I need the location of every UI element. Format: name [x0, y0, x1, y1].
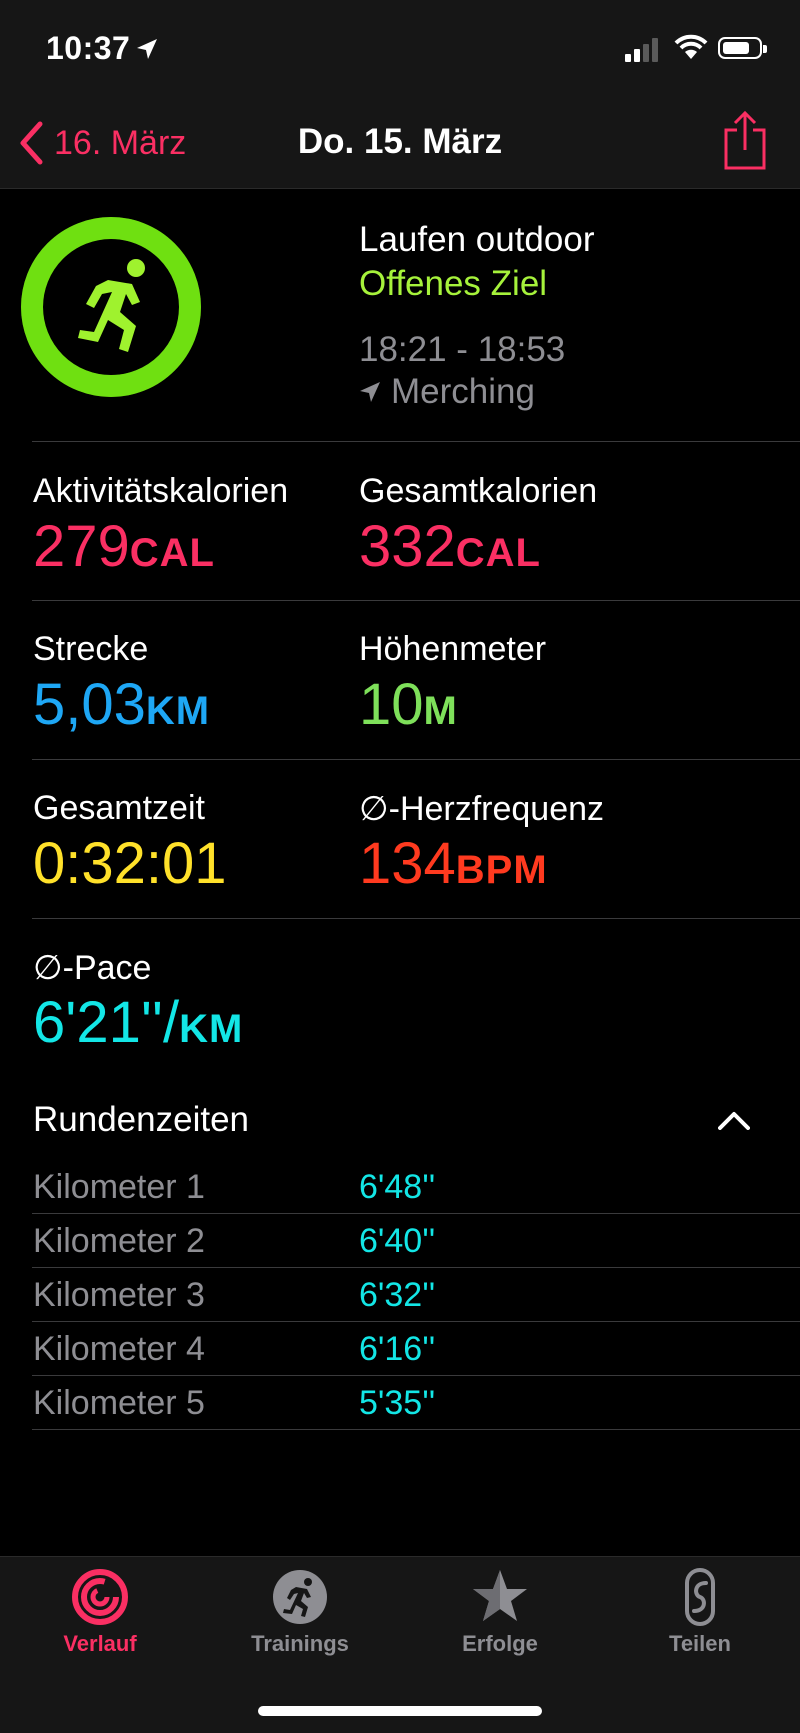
workout-goal: Offenes Ziel [359, 264, 548, 303]
lap-row: Kilometer 5 5'35'' [0, 1376, 800, 1430]
workout-ring-icon [21, 217, 201, 397]
lap-row: Kilometer 3 6'32'' [0, 1268, 800, 1322]
pace-unit: KM [179, 1007, 244, 1051]
total-time-label: Gesamtzeit [33, 789, 205, 827]
total-calories-unit: CAL [455, 531, 541, 575]
page-title: Do. 15. März [297, 122, 503, 161]
laps-title: Rundenzeiten [33, 1100, 249, 1139]
workout-location: Merching [359, 372, 535, 412]
chevron-up-icon[interactable] [718, 1110, 750, 1130]
cellular-signal-icon [625, 38, 658, 62]
elevation-number: 10 [359, 672, 424, 737]
tab-erfolge[interactable]: Erfolge [405, 1567, 595, 1657]
awards-star-icon [473, 1570, 527, 1621]
history-rings-icon [72, 1569, 128, 1625]
distance-label: Strecke [33, 630, 149, 668]
divider [32, 918, 800, 919]
active-calories-label: Aktivitätskalorien [33, 472, 289, 510]
sharing-icon [685, 1568, 715, 1626]
lap-time: 6'16'' [359, 1330, 436, 1368]
navigation-bar: 16. März Do. 15. März [0, 100, 800, 189]
tab-label: Trainings [251, 1631, 349, 1656]
tab-label: Teilen [669, 1631, 731, 1656]
tab-label: Verlauf [63, 1631, 137, 1656]
share-icon[interactable] [722, 110, 768, 172]
heart-rate-unit: BPM [455, 848, 548, 892]
lap-time: 5'35'' [359, 1384, 436, 1422]
total-calories-number: 332 [359, 514, 456, 579]
active-calories-unit: CAL [129, 531, 215, 575]
active-calories-value: 279CAL [33, 518, 215, 582]
tab-teilen[interactable]: Teilen [605, 1567, 795, 1657]
lap-name: Kilometer 4 [33, 1330, 205, 1368]
distance-unit: KM [145, 689, 211, 733]
lap-row: Kilometer 1 6'48'' [0, 1160, 800, 1214]
pace-value: 6'21''/KM [33, 994, 243, 1058]
elevation-unit: M [423, 689, 458, 733]
lap-name: Kilometer 2 [33, 1222, 205, 1260]
active-calories-number: 279 [33, 514, 130, 579]
home-indicator[interactable] [258, 1706, 542, 1716]
lap-name: Kilometer 5 [33, 1384, 205, 1422]
workout-type: Laufen outdoor [359, 220, 595, 259]
heart-rate-value: 134BPM [359, 835, 548, 899]
pace-number: 6'21''/ [33, 990, 180, 1055]
battery-icon [718, 37, 767, 59]
distance-value: 5,03KM [33, 676, 210, 740]
location-arrow-icon [137, 39, 157, 59]
divider [32, 441, 800, 442]
heart-rate-label: ∅-Herzfrequenz [359, 790, 605, 828]
total-time-value: 0:32:01 [33, 835, 227, 893]
tab-trainings[interactable]: Trainings [205, 1567, 395, 1657]
total-time-number: 0:32:01 [33, 831, 227, 896]
status-time: 10:37 [46, 30, 131, 66]
lap-name: Kilometer 1 [33, 1168, 205, 1206]
location-arrow-icon [360, 382, 380, 402]
workout-time-range: 18:21 - 18:53 [359, 330, 566, 369]
lap-row: Kilometer 2 6'40'' [0, 1214, 800, 1268]
tab-label: Erfolge [462, 1631, 538, 1656]
elevation-label: Höhenmeter [359, 630, 547, 668]
pace-label: ∅-Pace [33, 949, 152, 987]
elevation-value: 10M [359, 676, 458, 740]
divider [32, 759, 800, 760]
heart-rate-number: 134 [359, 831, 456, 896]
total-calories-label: Gesamtkalorien [359, 472, 598, 510]
wifi-icon [674, 34, 708, 59]
divider [32, 600, 800, 601]
lap-time: 6'32'' [359, 1276, 436, 1314]
status-bar: 10:37 [0, 0, 800, 100]
lap-row: Kilometer 4 6'16'' [0, 1322, 800, 1376]
lap-time: 6'48'' [359, 1168, 436, 1206]
total-calories-value: 332CAL [359, 518, 541, 582]
running-figure-icon [273, 1570, 327, 1624]
tab-verlauf[interactable]: Verlauf [5, 1567, 195, 1657]
workout-location-name: Merching [391, 372, 535, 411]
lap-name: Kilometer 3 [33, 1276, 205, 1314]
distance-number: 5,03 [33, 672, 146, 737]
lap-time: 6'40'' [359, 1222, 436, 1260]
